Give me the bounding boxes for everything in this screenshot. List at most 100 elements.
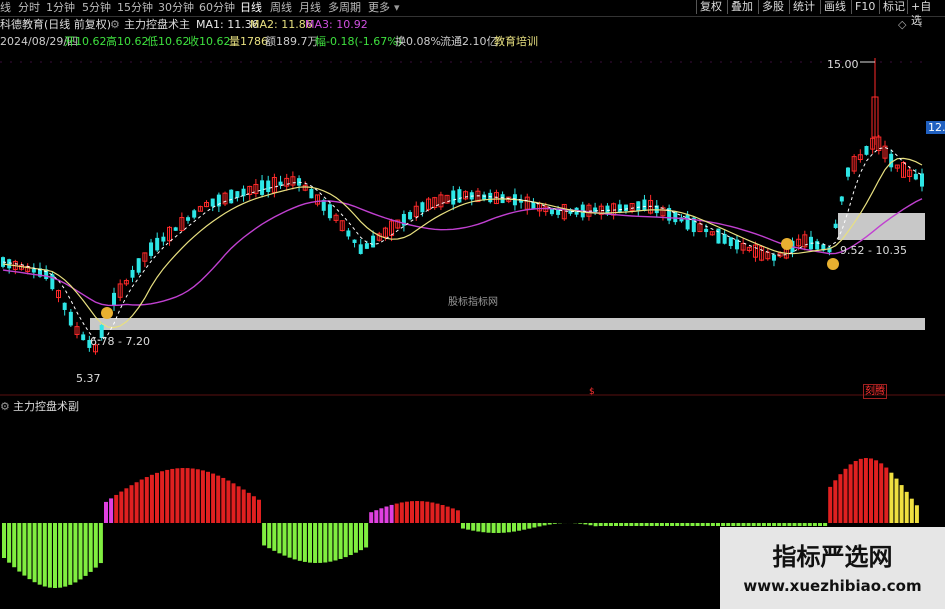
hist-bar-down [53, 523, 57, 588]
hist-bar-down [461, 523, 465, 529]
hist-bar-down [731, 523, 736, 526]
hist-bar-up [170, 468, 175, 523]
hist-bar-down [78, 523, 83, 580]
hist-bar-down [282, 523, 287, 556]
hist-bar-down [272, 523, 277, 551]
hist-bar-down [333, 523, 338, 561]
hist-bar-up [246, 492, 251, 523]
high-price-label: 15.00 [827, 58, 859, 71]
hist-bar-up [863, 458, 868, 523]
hist-bar-up [858, 458, 863, 523]
hist-bar-down [741, 523, 746, 526]
hist-bar-down [756, 523, 761, 526]
hist-bar-down [639, 523, 644, 526]
hist-bar-up [226, 480, 231, 523]
hist-bar-down [552, 523, 557, 524]
candle-body [173, 227, 178, 231]
hist-bar-up [144, 477, 149, 523]
right-axis-price-tag: 12.6 [926, 121, 945, 134]
hist-bar-up [415, 501, 420, 523]
hist-bar-down [517, 523, 522, 531]
hist-bar-down [267, 523, 272, 549]
hist-bar-down [318, 523, 323, 563]
hist-bar-up [165, 469, 170, 523]
watermark-title: 指标严选网 [772, 543, 893, 571]
hist-bar-down [807, 523, 812, 526]
hist-bar-up [129, 485, 134, 523]
hist-bar-down [746, 523, 751, 526]
zone-label-left: 6.78 - 7.20 [90, 335, 150, 348]
small-signal-mark: $ [589, 387, 595, 397]
candle-body [617, 204, 622, 213]
hist-bar-down [527, 523, 532, 529]
hist-bar-down [297, 523, 302, 561]
hist-bar-down [471, 523, 476, 531]
hist-bar-down [695, 523, 700, 526]
hist-bar-down [63, 523, 68, 587]
hist-bar-down [262, 523, 267, 546]
candle-body [161, 236, 166, 242]
hist-bar-up [389, 504, 394, 523]
hist-bar-up [445, 506, 450, 523]
signal-tag: 刻腾 [863, 384, 887, 399]
hist-bar-down [716, 523, 720, 526]
hist-bar-down [501, 523, 506, 533]
hist-bar-down [761, 523, 766, 526]
hist-bar-down [680, 523, 685, 526]
hist-bar-up [455, 510, 460, 523]
hist-bar-down [98, 523, 103, 564]
hist-bar-up [114, 494, 119, 523]
candle-body [68, 311, 73, 326]
hist-bar-down [634, 523, 639, 526]
hist-bar-up [399, 502, 404, 523]
hist-bar-down [348, 523, 353, 556]
hist-bar-up [175, 468, 180, 523]
hist-bar-up [440, 505, 445, 523]
candle-body [130, 269, 135, 278]
candle-body [364, 243, 369, 249]
hist-bar-down [73, 523, 78, 583]
hist-bar-up [379, 508, 384, 523]
sub-settings-gear-icon[interactable]: ⚙ [0, 400, 10, 414]
hist-bar-down [644, 523, 649, 526]
hist-bar-down [629, 523, 634, 526]
hist-bar-down [88, 523, 93, 572]
hist-bar-up [241, 489, 246, 523]
hist-bar-down [287, 523, 292, 558]
hist-bar-down [797, 523, 802, 526]
hist-bar-down [690, 523, 695, 526]
hist-bar-up [251, 496, 256, 523]
hist-bar-down [614, 523, 618, 526]
hist-bar-down [522, 523, 527, 530]
hist-bar-down [777, 523, 782, 526]
support-zone-bar [90, 318, 925, 330]
hist-bar-up [185, 468, 190, 523]
hist-bar-down [792, 523, 797, 526]
hist-bar-down [772, 523, 777, 526]
hist-bar-down [532, 523, 537, 528]
hist-bar-down [649, 523, 654, 526]
hist-bar-down [93, 523, 98, 568]
candle-body [889, 153, 894, 168]
hist-bar-up [879, 463, 884, 523]
hist-bar-down [665, 523, 669, 526]
hist-bar-down [83, 523, 88, 576]
candle-body [488, 192, 493, 203]
candle-body [845, 167, 850, 177]
hist-bar-down [491, 523, 496, 533]
hist-bar-up [899, 485, 904, 523]
hist-bar-down [17, 523, 22, 572]
hist-bar-down [32, 523, 37, 583]
hist-bar-down [578, 523, 583, 524]
candle-body [457, 189, 462, 203]
hist-bar-down [802, 523, 807, 526]
hist-bar-down [353, 523, 358, 553]
candle-body [235, 191, 240, 198]
candle-body [482, 194, 487, 200]
hist-bar-down [481, 523, 486, 533]
hist-bar-down [726, 523, 731, 526]
candle-body [371, 235, 376, 248]
hist-bar-up [425, 501, 430, 523]
candle-body [149, 242, 154, 256]
sub-indicator-name[interactable]: 主力控盘术副 [13, 400, 79, 414]
